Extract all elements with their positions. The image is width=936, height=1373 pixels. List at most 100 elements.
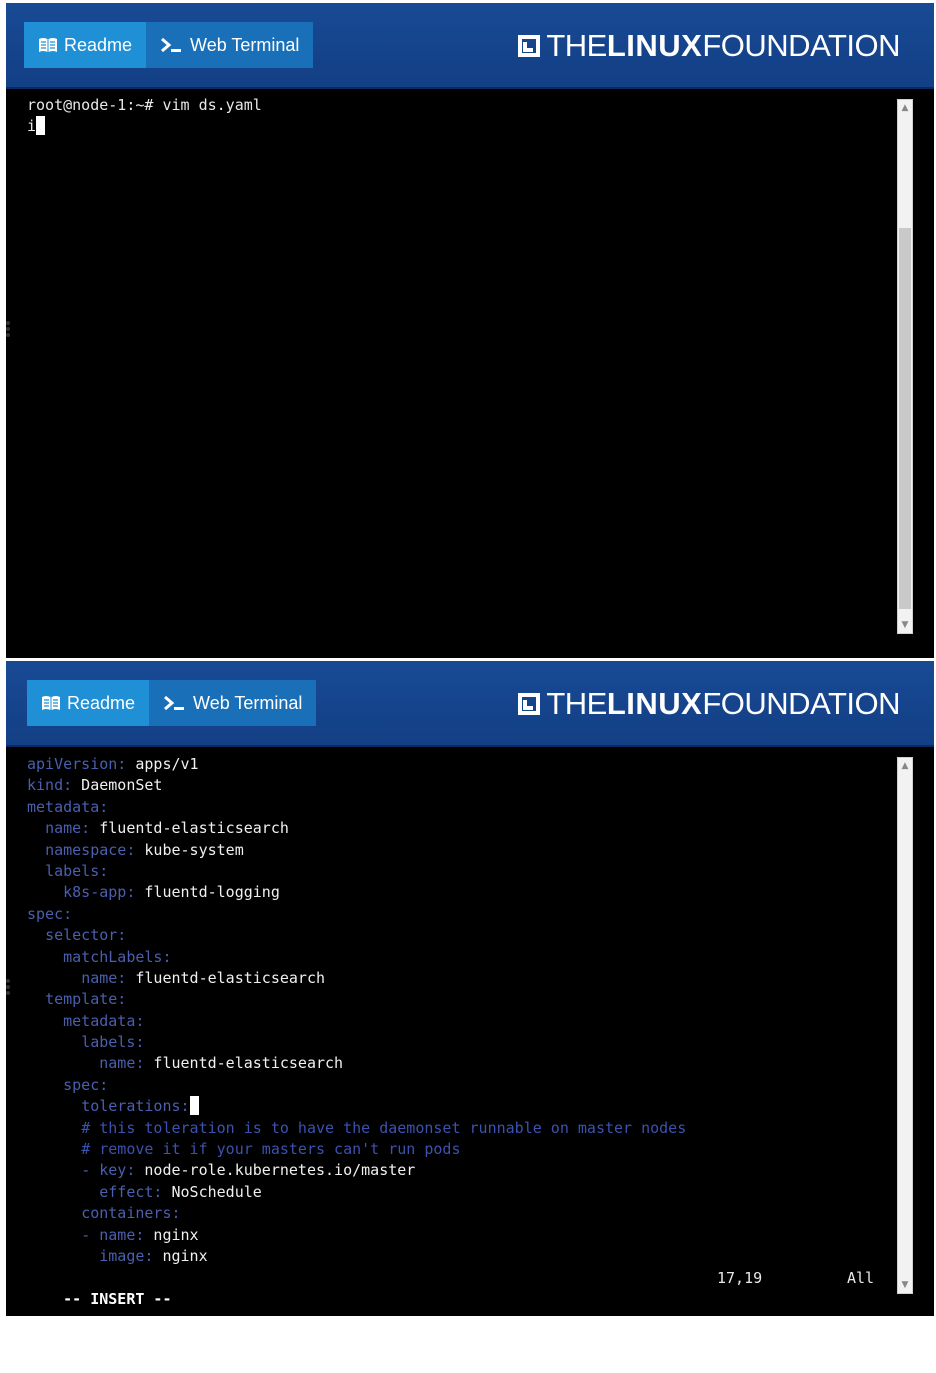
yaml-line: apiVersion: apps/v1 bbox=[27, 754, 886, 775]
yaml-key: selector: bbox=[45, 926, 127, 945]
scroll-up-arrow-icon[interactable]: ▲ bbox=[898, 758, 912, 774]
yaml-line: - key: node-role.kubernetes.io/master bbox=[27, 1160, 886, 1181]
vertical-scrollbar[interactable]: ▲ ▼ bbox=[897, 99, 913, 634]
text-cursor bbox=[189, 1096, 199, 1116]
yaml-value: apps/v1 bbox=[126, 755, 199, 773]
yaml-key: namespace: bbox=[45, 840, 136, 859]
terminal-output[interactable]: apiVersion: apps/v1 kind: DaemonSet metada… bbox=[6, 747, 886, 1316]
yaml-comment: # remove it if your masters can't run po… bbox=[81, 1140, 461, 1159]
yaml-line: - name: nginx bbox=[27, 1225, 886, 1246]
book-icon bbox=[38, 37, 58, 53]
yaml-key: kind: bbox=[27, 776, 73, 795]
list-dash: - bbox=[81, 1161, 100, 1180]
resize-handle[interactable] bbox=[6, 979, 10, 995]
tab-web-terminal-label: Web Terminal bbox=[193, 692, 303, 713]
yaml-key: effect: bbox=[99, 1182, 163, 1201]
yaml-line: # remove it if your masters can't run po… bbox=[27, 1139, 886, 1160]
book-icon bbox=[41, 695, 61, 711]
resize-handle[interactable] bbox=[6, 321, 10, 337]
terminal-output[interactable]: root@node-1:~# vim ds.yaml i bbox=[6, 89, 886, 658]
yaml-key: name: bbox=[99, 1225, 145, 1244]
yaml-line: template: bbox=[27, 989, 886, 1010]
yaml-line: selector: bbox=[27, 925, 886, 946]
yaml-key: labels: bbox=[45, 861, 109, 880]
yaml-value: nginx bbox=[153, 1246, 208, 1265]
terminal-prompt-icon bbox=[163, 695, 187, 711]
yaml-key: labels: bbox=[81, 1033, 145, 1052]
yaml-key: spec: bbox=[27, 904, 73, 923]
yaml-key: spec: bbox=[63, 1075, 109, 1094]
yaml-line: # this toleration is to have the daemons… bbox=[27, 1118, 886, 1139]
yaml-comment: # this toleration is to have the daemons… bbox=[81, 1118, 687, 1137]
yaml-key: tolerations: bbox=[81, 1097, 190, 1116]
terminal-window-top: Readme Web Terminal THE LINUX FOUNDATION… bbox=[6, 3, 934, 658]
logo-linux: LINUX bbox=[606, 686, 703, 721]
linux-foundation-logo: THE LINUX FOUNDATION bbox=[518, 686, 900, 721]
tab-web-terminal[interactable]: Web Terminal bbox=[149, 680, 317, 726]
logo-foundation: FOUNDATION bbox=[702, 28, 900, 63]
tab-readme[interactable]: Readme bbox=[27, 680, 150, 726]
yaml-line: effect: NoSchedule bbox=[27, 1182, 886, 1203]
vim-buffer: apiVersion: apps/v1 kind: DaemonSet metada… bbox=[27, 754, 886, 1267]
yaml-line: namespace: kube-system bbox=[27, 840, 886, 861]
yaml-value: node-role.kubernetes.io/master bbox=[135, 1161, 416, 1180]
yaml-key: template: bbox=[45, 990, 127, 1009]
tab-web-terminal-label: Web Terminal bbox=[190, 34, 300, 55]
scroll-down-arrow-icon[interactable]: ▼ bbox=[898, 1277, 912, 1293]
scrollbar-thumb[interactable] bbox=[899, 228, 911, 609]
tab-bar: Readme Web Terminal bbox=[27, 680, 317, 726]
yaml-line: spec: bbox=[27, 904, 886, 925]
yaml-line: spec: bbox=[27, 1075, 886, 1096]
yaml-line: k8s-app: fluentd-logging bbox=[27, 882, 886, 903]
command-text: i bbox=[27, 117, 37, 136]
yaml-value: DaemonSet bbox=[72, 776, 163, 795]
linux-foundation-mark-icon bbox=[518, 692, 541, 716]
yaml-line: metadata: bbox=[27, 1011, 886, 1032]
yaml-line: name: fluentd-elasticsearch bbox=[27, 968, 886, 989]
tab-readme-label: Readme bbox=[64, 34, 133, 55]
yaml-key: containers: bbox=[81, 1204, 181, 1223]
scroll-indicator: All bbox=[847, 1269, 875, 1287]
vim-mode-indicator: -- INSERT -- bbox=[63, 1290, 172, 1308]
logo-foundation: FOUNDATION bbox=[702, 686, 900, 721]
yaml-line: containers: bbox=[27, 1203, 886, 1224]
linux-foundation-logo: THE LINUX FOUNDATION bbox=[518, 28, 900, 63]
list-dash: - bbox=[81, 1225, 100, 1244]
yaml-key: matchLabels: bbox=[63, 947, 172, 966]
yaml-line: image: nginx bbox=[27, 1246, 886, 1267]
yaml-value: fluentd-logging bbox=[135, 883, 280, 902]
yaml-line: name: fluentd-elasticsearch bbox=[27, 1053, 886, 1074]
linux-foundation-mark-icon bbox=[518, 34, 541, 58]
tab-readme[interactable]: Readme bbox=[24, 22, 147, 68]
logo-the: THE bbox=[546, 28, 607, 63]
yaml-key: name: bbox=[99, 1054, 145, 1073]
header-bar: Readme Web Terminal THE LINUX FOUNDATION bbox=[6, 3, 934, 89]
vertical-scrollbar[interactable]: ▲ ▼ bbox=[897, 757, 913, 1294]
yaml-key: name: bbox=[81, 968, 127, 987]
yaml-value: NoSchedule bbox=[162, 1182, 262, 1201]
tab-web-terminal[interactable]: Web Terminal bbox=[146, 22, 314, 68]
yaml-line: labels: bbox=[27, 1032, 886, 1053]
scroll-down-arrow-icon[interactable]: ▼ bbox=[898, 617, 912, 633]
cursor-position: 17,19 bbox=[717, 1269, 763, 1287]
scroll-up-arrow-icon[interactable]: ▲ bbox=[898, 100, 912, 116]
yaml-key: image: bbox=[99, 1246, 154, 1265]
logo-the: THE bbox=[546, 686, 607, 721]
yaml-value: fluentd-elasticsearch bbox=[90, 819, 289, 838]
vim-status-line: -- INSERT -- 17,19 All bbox=[27, 1268, 934, 1308]
yaml-key: name: bbox=[45, 819, 91, 838]
yaml-line: tolerations: bbox=[27, 1096, 886, 1117]
text-cursor bbox=[36, 116, 46, 136]
